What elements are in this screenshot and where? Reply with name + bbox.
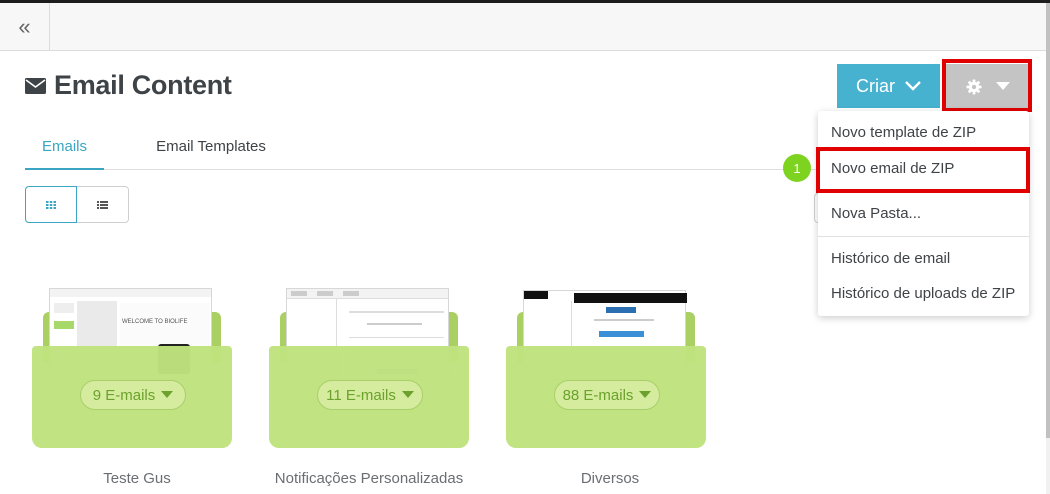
preview-headline: WELCOME TO BIOLIFE	[122, 319, 188, 325]
folder-count-label: 88 E-mails	[562, 386, 634, 404]
menu-item-historico-uploads-zip[interactable]: Histórico de uploads de ZIP	[831, 285, 1015, 302]
caret-down-icon	[401, 391, 414, 398]
tab-email-templates[interactable]: Email Templates	[145, 130, 277, 170]
scrollbar-thumb[interactable]	[1046, 3, 1050, 438]
folder-email-count[interactable]: 9 E-mails	[80, 380, 186, 410]
folder-email-count[interactable]: 88 E-mails	[554, 380, 660, 410]
step-number-badge: 1	[783, 154, 811, 182]
folder-name[interactable]: Teste Gus	[32, 470, 242, 487]
folder-card[interactable]: 11 E-mails	[269, 280, 469, 448]
menu-item-nova-pasta[interactable]: Nova Pasta...	[831, 205, 921, 222]
menu-item-novo-template-zip[interactable]: Novo template de ZIP	[831, 124, 976, 141]
folder-count-label: 11 E-mails	[326, 386, 396, 404]
page-title-text: Email Content	[54, 70, 232, 100]
highlight-box-menu-item	[816, 147, 1030, 193]
folder-count-label: 9 E-mails	[92, 386, 156, 404]
menu-divider	[818, 236, 1029, 237]
caret-down-icon	[639, 391, 652, 398]
top-bar: «	[0, 3, 1046, 51]
envelope-icon	[25, 77, 46, 94]
folder-card[interactable]: 88 E-mails	[506, 280, 706, 448]
list-view-button[interactable]	[77, 186, 129, 223]
list-icon	[97, 200, 108, 209]
tab-bar: Emails Email Templates	[25, 130, 825, 170]
menu-item-historico-email[interactable]: Histórico de email	[831, 250, 950, 267]
chevron-down-icon	[905, 81, 921, 91]
criar-button[interactable]: Criar	[837, 64, 940, 108]
tab-email-templates-label: Email Templates	[156, 138, 266, 155]
folder-name[interactable]: Diversos	[505, 470, 715, 487]
folder-name[interactable]: Notificações Personalizadas	[264, 470, 474, 487]
criar-label: Criar	[856, 75, 895, 96]
grid-icon	[46, 200, 56, 209]
double-chevron-left-icon: «	[18, 13, 31, 39]
grid-view-button[interactable]	[25, 186, 77, 223]
folder-card[interactable]: WELCOME TO BIOLIFE 9 E-mails	[32, 280, 232, 448]
page-title: Email Content	[25, 70, 232, 101]
tab-emails-label: Emails	[41, 138, 87, 155]
collapse-sidebar-button[interactable]: «	[0, 3, 50, 50]
highlight-box-settings	[942, 59, 1032, 112]
settings-dropdown-menu: Novo template de ZIP Novo email de ZIP N…	[818, 111, 1029, 316]
caret-down-icon	[161, 391, 174, 398]
folder-email-count[interactable]: 11 E-mails	[317, 380, 423, 410]
view-toggle	[25, 186, 129, 223]
tab-emails[interactable]: Emails	[25, 130, 104, 170]
